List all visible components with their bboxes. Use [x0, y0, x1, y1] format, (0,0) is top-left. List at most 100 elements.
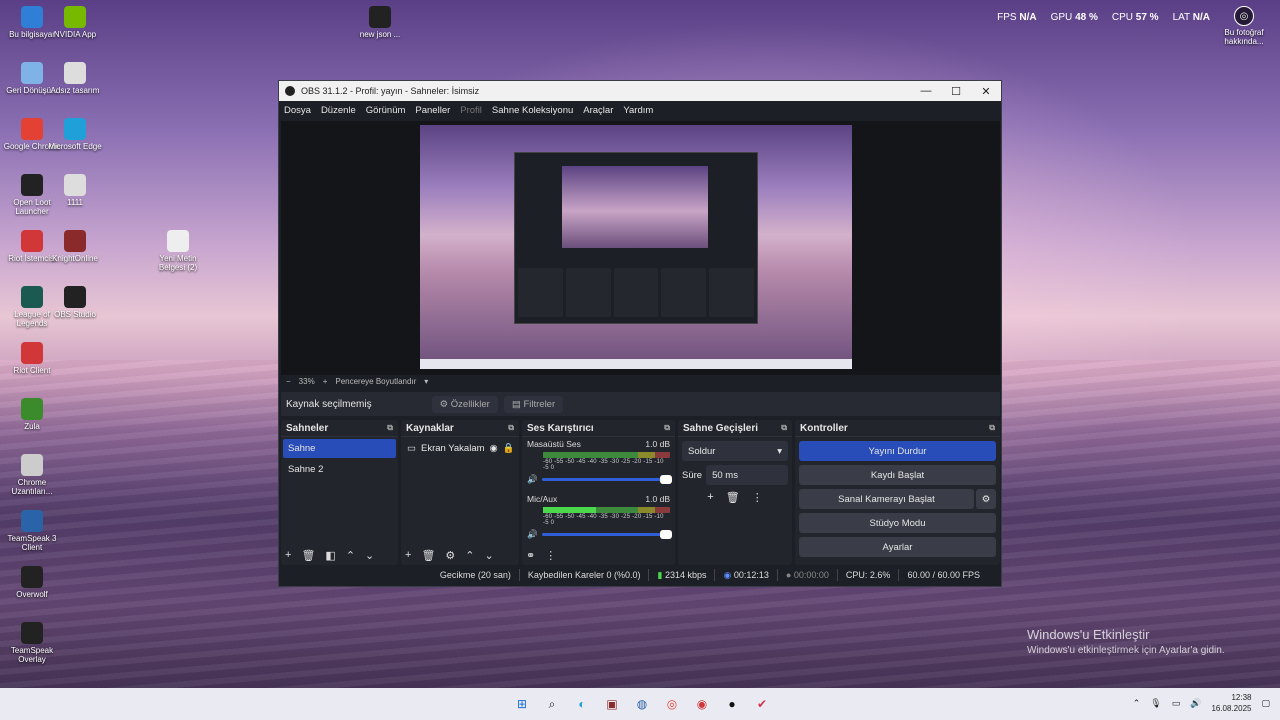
- trash-icon[interactable]: 🗑: [726, 491, 740, 504]
- undock-icon[interactable]: ⧉: [781, 423, 787, 433]
- vcam-settings-button[interactable]: ⚙: [976, 489, 996, 509]
- clock[interactable]: 12:38 16.08.2025: [1211, 692, 1251, 714]
- teamspeak-icon: [21, 510, 43, 532]
- add-icon[interactable]: +: [707, 491, 713, 504]
- maximize-button[interactable]: ☐: [941, 85, 971, 98]
- studio-mode-button[interactable]: Stüdyo Modu: [799, 513, 996, 533]
- notification-icon[interactable]: ▢: [1261, 698, 1270, 709]
- undock-icon[interactable]: ⧉: [508, 423, 514, 433]
- preview-taskbar: [420, 359, 852, 369]
- menu-scene-collection[interactable]: Sahne Koleksiyonu: [492, 105, 573, 116]
- settings-button[interactable]: Ayarlar: [799, 537, 996, 557]
- menu-view[interactable]: Görünüm: [366, 105, 406, 116]
- desktop-icon[interactable]: Adsız tasarım: [45, 62, 105, 95]
- start-button[interactable]: ⊞: [510, 692, 534, 716]
- desktop-icon[interactable]: Chrome Uzantıları...: [2, 454, 62, 496]
- source-toolbar: Kaynak seçilmemiş ⚙ Özellikler ▤ Filtrel…: [281, 392, 1000, 416]
- more-options-icon[interactable]: ⋮: [752, 491, 763, 504]
- chevron-down-icon[interactable]: ⌄: [365, 549, 374, 562]
- desktop-icon[interactable]: NVIDIA App: [45, 6, 105, 39]
- menu-tools[interactable]: Araçlar: [583, 105, 613, 116]
- scene-item[interactable]: Sahne: [283, 439, 396, 458]
- chrome-icon[interactable]: ◎: [660, 692, 684, 716]
- close-button[interactable]: ✕: [971, 85, 1001, 98]
- desktop-icon-label: TeamSpeak 3 Client: [7, 534, 57, 552]
- volume-slider[interactable]: [541, 530, 672, 539]
- source-item[interactable]: ▭ Ekran Yakalam ◉ 🔒: [401, 439, 519, 458]
- zoom-mode[interactable]: Pencereye Boyutlandır: [335, 377, 416, 386]
- riot-icon[interactable]: ◉: [690, 692, 714, 716]
- trash-icon[interactable]: 🗑: [421, 549, 435, 562]
- photo-info-shortcut[interactable]: ◎ Bu fotoğraf hakkında...: [1214, 6, 1274, 46]
- speaker-icon[interactable]: 🔊: [527, 529, 538, 540]
- gear-icon[interactable]: ⚙: [445, 549, 455, 562]
- menu-file[interactable]: Dosya: [284, 105, 311, 116]
- desktop-icon[interactable]: new json ...: [350, 6, 410, 39]
- chevron-up-icon[interactable]: ⌃: [346, 549, 355, 562]
- speaker-icon[interactable]: 🔊: [527, 474, 538, 485]
- desktop-icon[interactable]: TeamSpeak Overlay: [2, 622, 62, 664]
- menu-docks[interactable]: Paneller: [415, 105, 450, 116]
- start-record-button[interactable]: Kaydı Başlat: [799, 465, 996, 485]
- undock-icon[interactable]: ⧉: [989, 423, 995, 433]
- chevron-up-icon[interactable]: ⌃: [465, 549, 474, 562]
- volume-slider[interactable]: [541, 475, 672, 484]
- trash-icon[interactable]: 🗑: [301, 549, 315, 562]
- zoom-in-button[interactable]: +: [323, 377, 328, 386]
- obs-window[interactable]: OBS 31.1.2 - Profil: yayın - Sahneler: İ…: [278, 80, 1002, 587]
- network-icon[interactable]: ▭: [1172, 698, 1181, 709]
- desktop-icon[interactable]: Riot Client: [2, 342, 62, 375]
- clock-time: 12:38: [1231, 693, 1252, 702]
- duration-label: Süre: [682, 469, 703, 481]
- desktop-icon[interactable]: 1111: [45, 174, 105, 207]
- desktop-icon-label: Yeni Metin Belgesi (2): [158, 254, 198, 272]
- desktop-icon[interactable]: TeamSpeak 3 Client: [2, 510, 62, 552]
- preview-area[interactable]: [281, 121, 1000, 375]
- add-icon[interactable]: +: [405, 549, 411, 562]
- obs-titlebar[interactable]: OBS 31.1.2 - Profil: yayın - Sahneler: İ…: [279, 81, 1001, 101]
- desktop-icon[interactable]: OBS Studio: [45, 286, 105, 319]
- transition-select[interactable]: Soldur ▾: [682, 441, 788, 461]
- more-options-icon[interactable]: ⋮: [545, 549, 556, 562]
- desktop-icon[interactable]: Overwolf: [2, 566, 62, 599]
- add-icon[interactable]: +: [285, 549, 291, 562]
- speaker-icon[interactable]: 🔊: [1190, 698, 1201, 709]
- edge-icon[interactable]: ◐: [570, 692, 594, 716]
- knight-online-icon[interactable]: ▣: [600, 692, 624, 716]
- desktop-icon-label: 1111: [66, 198, 83, 207]
- recycle-bin-icon: [21, 62, 43, 84]
- chevron-up-icon[interactable]: ⌃: [1133, 698, 1141, 709]
- dropped-frames: Kaybedilen Kareler 0 (%0.0): [527, 570, 641, 580]
- menu-profile[interactable]: Profil: [460, 105, 482, 116]
- desktop-icon[interactable]: Microsoft Edge: [45, 118, 105, 151]
- minimize-button[interactable]: —: [911, 85, 941, 98]
- obs-icon[interactable]: ●: [720, 692, 744, 716]
- desktop-icon[interactable]: Zula: [2, 398, 62, 431]
- duration-input[interactable]: 50 ms: [706, 465, 788, 485]
- menu-edit[interactable]: Düzenle: [321, 105, 356, 116]
- chevron-down-icon[interactable]: ⌄: [485, 549, 494, 562]
- undock-icon[interactable]: ⧉: [664, 423, 670, 433]
- link-icon[interactable]: ⚭: [526, 549, 535, 562]
- stream-preview[interactable]: [420, 125, 852, 369]
- stop-stream-button[interactable]: Yayını Durdur: [799, 441, 996, 461]
- microphone-icon[interactable]: 🎙: [1150, 698, 1161, 709]
- filters-button[interactable]: ▤ Filtreler: [503, 395, 564, 413]
- filter-icon[interactable]: ◧: [325, 549, 335, 562]
- undock-icon[interactable]: ⧉: [387, 423, 393, 433]
- scene-item[interactable]: Sahne 2: [283, 460, 396, 479]
- volume-meter: [543, 507, 670, 513]
- desktop-icon-label: OBS Studio: [54, 310, 96, 319]
- teamspeak-icon[interactable]: ◍: [630, 692, 654, 716]
- search-icon[interactable]: ⌕: [540, 692, 564, 716]
- properties-button[interactable]: ⚙ Özellikler: [431, 395, 498, 413]
- chevron-down-icon[interactable]: ▾: [424, 377, 428, 386]
- app-icon[interactable]: ✔: [750, 692, 774, 716]
- start-virtual-camera-button[interactable]: Sanal Kamerayı Başlat: [799, 489, 974, 509]
- lock-icon[interactable]: 🔒: [503, 443, 515, 454]
- desktop-icon[interactable]: KnightOnline: [45, 230, 105, 263]
- eye-icon[interactable]: ◉: [490, 443, 498, 454]
- desktop-icon[interactable]: Yeni Metin Belgesi (2): [148, 230, 208, 272]
- zoom-out-button[interactable]: −: [286, 377, 291, 386]
- menu-help[interactable]: Yardım: [623, 105, 653, 116]
